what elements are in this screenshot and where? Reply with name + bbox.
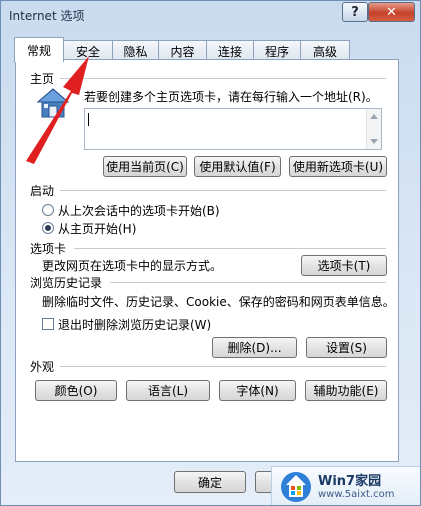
- delete-history-button[interactable]: 删除(D)...: [212, 337, 297, 358]
- tab-programs[interactable]: 程序: [253, 40, 301, 61]
- watermark-url: www.5aixt.com: [318, 489, 395, 500]
- use-current-button[interactable]: 使用当前页(C): [103, 156, 187, 177]
- house-icon: [36, 88, 70, 118]
- close-button[interactable]: ✕: [368, 2, 415, 22]
- tabs-settings-button[interactable]: 选项卡(T): [301, 255, 387, 276]
- startup-home-radio[interactable]: [42, 222, 54, 234]
- divider: [60, 190, 386, 191]
- tab-privacy[interactable]: 隐私: [112, 40, 159, 61]
- use-new-tab-button[interactable]: 使用新选项卡(U): [289, 156, 387, 177]
- ok-button[interactable]: 确定: [174, 471, 246, 493]
- scroll-up-icon[interactable]: [370, 114, 378, 119]
- startup-home-label[interactable]: 从主页开始(H): [58, 220, 136, 237]
- windows-logo-icon: [281, 472, 311, 502]
- tab-connections[interactable]: 连接: [206, 40, 254, 61]
- appearance-section-label: 外观: [30, 360, 55, 374]
- history-settings-button[interactable]: 设置(S): [306, 337, 387, 358]
- homepage-section-label: 主页: [30, 72, 55, 86]
- use-default-button[interactable]: 使用默认值(F): [194, 156, 281, 177]
- delete-on-exit-label[interactable]: 退出时删除浏览历史记录(W): [58, 316, 211, 333]
- history-section-label: 浏览历史记录: [30, 276, 103, 290]
- watermark-site-name: Win7家园: [318, 474, 382, 489]
- history-description: 删除临时文件、历史记录、Cookie、保存的密码和网页表单信息。: [42, 295, 395, 309]
- internet-options-dialog: Internet 选项 ? ✕ 常规 安全 隐私 内容 连接 程序 高级 主页 …: [0, 0, 421, 506]
- accessibility-button[interactable]: 辅助功能(E): [305, 380, 387, 401]
- colors-button[interactable]: 颜色(O): [35, 380, 117, 401]
- fonts-button[interactable]: 字体(N): [219, 380, 296, 401]
- window-title: Internet 选项: [9, 9, 85, 23]
- homepage-instruction: 若要创建多个主页选项卡，请在每行输入一个地址(R)。: [84, 90, 378, 104]
- homepage-address-input[interactable]: [84, 108, 382, 150]
- tab-security[interactable]: 安全: [63, 40, 113, 61]
- languages-button[interactable]: 语言(L): [126, 380, 210, 401]
- help-button[interactable]: ?: [342, 2, 368, 22]
- tab-content[interactable]: 内容: [158, 40, 207, 61]
- homepage-scrollbar[interactable]: [366, 109, 381, 149]
- startup-section-label: 启动: [30, 184, 55, 198]
- tab-advanced[interactable]: 高级: [300, 40, 350, 61]
- site-watermark: Win7家园 www.5aixt.com: [271, 466, 420, 505]
- general-tab-panel: 主页 若要创建多个主页选项卡，请在每行输入一个地址(R)。 使用当前页(C) 使…: [15, 59, 399, 462]
- startup-last-session-label[interactable]: 从上次会话中的选项卡开始(B): [58, 202, 220, 219]
- tabs-description: 更改网页在选项卡中的显示方式。: [42, 259, 223, 273]
- delete-on-exit-checkbox[interactable]: [42, 318, 54, 330]
- divider: [60, 366, 386, 367]
- divider: [110, 282, 386, 283]
- startup-last-session-radio[interactable]: [42, 204, 54, 216]
- text-caret: [88, 113, 89, 126]
- divider: [60, 78, 386, 79]
- tabs-section-label: 选项卡: [30, 242, 67, 256]
- tab-general[interactable]: 常规: [14, 37, 64, 62]
- title-bar[interactable]: Internet 选项 ? ✕: [1, 1, 420, 29]
- divider: [74, 248, 386, 249]
- scroll-down-icon[interactable]: [370, 139, 378, 144]
